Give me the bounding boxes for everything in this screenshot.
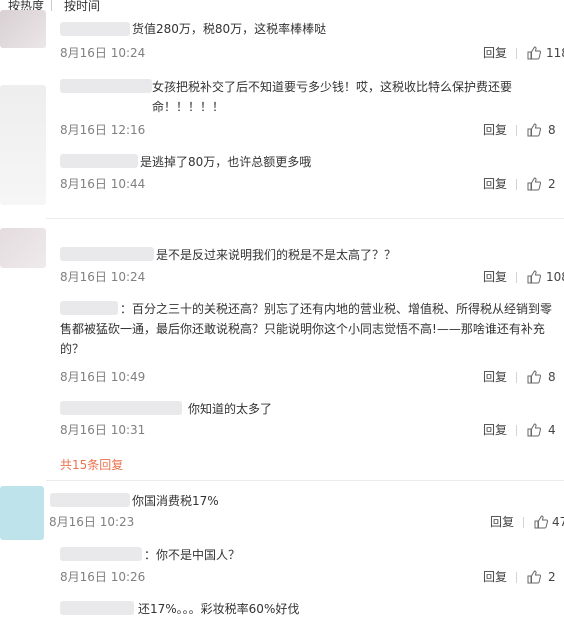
divider xyxy=(46,218,564,219)
comment-text: 你知道的太多了 xyxy=(188,402,273,416)
comment-meta: 8月16日 12:16 回复 8 xyxy=(0,120,564,140)
comment-meta: 8月16日 10:24 回复 108 xyxy=(0,267,564,287)
divider xyxy=(516,572,517,583)
comment-meta: 8月16日 10:44 回复 2 xyxy=(0,174,564,194)
username[interactable] xyxy=(60,247,154,261)
reply-button[interactable]: 回复 xyxy=(483,367,507,387)
sort-by-time-tab[interactable]: 按时间 xyxy=(64,0,100,14)
reply-button[interactable]: 回复 xyxy=(490,512,514,532)
username[interactable] xyxy=(60,22,130,36)
thumbs-up-icon[interactable] xyxy=(534,515,548,529)
divider xyxy=(46,480,564,481)
comment-date: 8月16日 10:44 xyxy=(60,177,146,191)
like-count: 4 xyxy=(548,423,556,437)
divider xyxy=(516,372,517,383)
more-replies-link[interactable]: 共15条回复 xyxy=(60,455,123,475)
comment-date: 8月16日 10:49 xyxy=(60,370,146,384)
username[interactable] xyxy=(50,493,130,507)
thumbs-up-icon[interactable] xyxy=(527,270,541,284)
like-count: 8 xyxy=(548,123,556,137)
like-count: 47 xyxy=(552,515,564,529)
reply-button[interactable]: 回复 xyxy=(483,420,507,440)
comment-meta: 8月16日 10:24 回复 118 xyxy=(0,43,564,63)
sort-divider xyxy=(51,0,52,11)
divider xyxy=(516,179,517,190)
like-count: 8 xyxy=(548,370,556,384)
sort-bar: 按热度 按时间 xyxy=(0,0,564,14)
like-count: 2 xyxy=(548,177,556,191)
reply-button[interactable]: 回复 xyxy=(483,267,507,287)
avatar[interactable] xyxy=(0,228,46,268)
thumbs-up-icon[interactable] xyxy=(527,123,541,137)
divider xyxy=(516,125,517,136)
comment-text: ：百分之三十的关税还高？别忘了还有内地的营业税、增值税、所得税从经销到零 售都被… xyxy=(60,302,553,356)
comment-text: 货值280万，税80万，这税率棒棒哒 xyxy=(132,22,327,36)
comment-date: 8月16日 10:24 xyxy=(60,270,146,284)
comment-meta: 8月16日 10:31 回复 4 xyxy=(0,420,564,440)
divider xyxy=(516,48,517,59)
thumbs-up-icon[interactable] xyxy=(527,370,541,384)
comment-date: 8月16日 12:16 xyxy=(60,123,146,137)
like-count: 2 xyxy=(548,570,556,584)
reply-button[interactable]: 回复 xyxy=(483,120,507,140)
divider xyxy=(516,272,517,283)
divider xyxy=(523,517,524,528)
thumbs-up-icon[interactable] xyxy=(527,46,541,60)
like-count: 108 xyxy=(546,270,564,284)
comment-meta: 8月16日 10:26 回复 2 xyxy=(0,567,564,587)
comment-text: 是不是反过来说明我们的税是不是太高了？？ xyxy=(156,248,397,262)
reply-button[interactable]: 回复 xyxy=(483,174,507,194)
like-count: 118 xyxy=(546,46,564,60)
comment-text: 还17%。。。彩妆税率60%好伐 xyxy=(138,602,300,616)
username[interactable] xyxy=(60,79,152,93)
username[interactable] xyxy=(60,154,138,168)
comment-meta: 8月16日 10:23 回复 47 xyxy=(0,512,564,532)
thumbs-up-icon[interactable] xyxy=(527,570,541,584)
divider xyxy=(516,425,517,436)
username[interactable] xyxy=(60,601,134,615)
comment-text: 女孩把税补交了后不知道要亏多少钱！哎，这税收比特么保护费还要 命！！！！！ xyxy=(152,80,513,114)
reply-button[interactable]: 回复 xyxy=(483,567,507,587)
comment-meta: 8月16日 10:49 回复 8 xyxy=(0,367,564,387)
comment-date: 8月16日 10:31 xyxy=(60,423,146,437)
reply-button[interactable]: 回复 xyxy=(483,43,507,63)
username[interactable] xyxy=(60,401,182,415)
comment-text: 是逃掉了80万，也许总额更多哦 xyxy=(140,155,312,169)
comment-date: 8月16日 10:23 xyxy=(49,515,135,529)
thumbs-up-icon[interactable] xyxy=(527,423,541,437)
username[interactable] xyxy=(60,547,142,561)
comment-text: 你国消费税17% xyxy=(132,494,219,508)
comment-date: 8月16日 10:26 xyxy=(60,570,146,584)
comment-text: ：你不是中国人？ xyxy=(144,548,241,562)
thumbs-up-icon[interactable] xyxy=(527,177,541,191)
comment-date: 8月16日 10:24 xyxy=(60,46,146,60)
